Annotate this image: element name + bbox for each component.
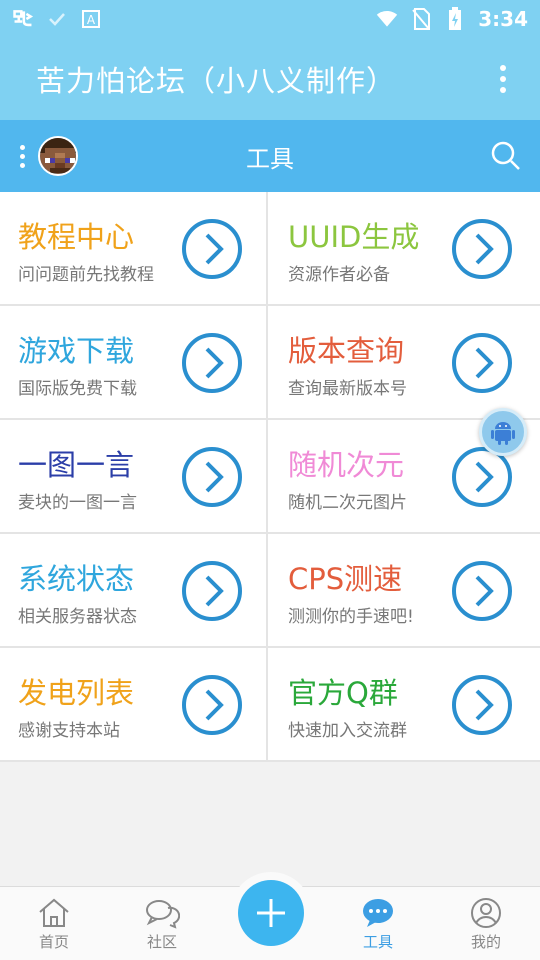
tool-title: 版本查询 (288, 334, 405, 368)
more-vert-icon[interactable] (488, 59, 518, 99)
tool-donation-list[interactable]: 发电列表 感谢支持本站 (0, 648, 268, 760)
font-icon: A (80, 8, 102, 30)
more-chat-icon (363, 899, 393, 927)
nav-item-mine[interactable]: 我的 (446, 895, 526, 959)
nav-label: 首页 (38, 933, 69, 951)
tool-title: UUID生成 (288, 220, 420, 254)
app-title: 苦力怕论坛（小八义制作） (36, 64, 397, 98)
status-left-icons: A (12, 8, 102, 30)
tool-subtitle: 查询最新版本号 (288, 379, 407, 399)
tool-title: CPS测速 (288, 562, 403, 596)
chevron-right-circle-icon[interactable] (181, 218, 243, 280)
tool-subtitle: 问问题前先找教程 (18, 265, 154, 285)
tool-tutorial-center[interactable]: 教程中心 问问题前先找教程 (0, 192, 268, 304)
chevron-right-circle-icon[interactable] (181, 560, 243, 622)
tools-row: 教程中心 问问题前先找教程 UUID生成 资源作者必备 (0, 192, 540, 306)
tools-header-bar: 工具 (0, 120, 540, 192)
battery-icon (444, 7, 466, 30)
tool-game-download[interactable]: 游戏下载 国际版免费下载 (0, 306, 268, 418)
nav-item-tools[interactable]: 工具 (338, 895, 418, 959)
tool-title: 发电列表 (18, 676, 135, 710)
tool-title: 官方Q群 (288, 676, 398, 710)
svg-text:A: A (87, 13, 96, 27)
chevron-right-circle-icon[interactable] (451, 218, 513, 280)
no-sim-icon (410, 8, 432, 30)
search-icon[interactable] (490, 140, 522, 172)
tool-title: 随机次元 (288, 448, 405, 482)
app-bar: 苦力怕论坛（小八义制作） (0, 38, 540, 120)
nav-item-community[interactable]: 社区 (122, 895, 202, 959)
tool-version-query[interactable]: 版本查询 查询最新版本号 (268, 306, 540, 418)
plus-icon (257, 899, 285, 927)
status-right-icons: 3:34 (376, 7, 528, 31)
chevron-right-circle-icon[interactable] (451, 560, 513, 622)
chevron-right-circle-icon[interactable] (451, 332, 513, 394)
tools-row: 游戏下载 国际版免费下载 版本查询 查询最新版本号 (0, 306, 540, 420)
nav-item-home[interactable]: 首页 (14, 895, 94, 959)
status-time: 3:34 (478, 7, 528, 31)
drawer-menu-icon[interactable] (6, 136, 38, 176)
tool-subtitle: 相关服务器状态 (18, 607, 137, 627)
nav-label: 社区 (146, 933, 177, 951)
tools-title: 工具 (246, 144, 294, 173)
tool-cps-test[interactable]: CPS测速 测测你的手速吧! (268, 534, 540, 646)
tool-system-status[interactable]: 系统状态 相关服务器状态 (0, 534, 268, 646)
tool-image-quote[interactable]: 一图一言 麦块的一图一言 (0, 420, 268, 532)
tools-grid: 教程中心 问问题前先找教程 UUID生成 资源作者必备 游戏下载 国际版免费下载… (0, 192, 540, 762)
user-icon (471, 898, 501, 928)
app-logo-icon (12, 8, 34, 30)
wifi-icon (376, 8, 398, 30)
tool-uuid-generator[interactable]: UUID生成 资源作者必备 (268, 192, 540, 304)
tool-subtitle: 感谢支持本站 (18, 721, 120, 741)
tool-title: 教程中心 (18, 220, 135, 254)
tools-row: 一图一言 麦块的一图一言 随机次元 随机二次元图片 (0, 420, 540, 534)
nav-label: 工具 (362, 933, 393, 951)
tool-subtitle: 麦块的一图一言 (18, 493, 137, 513)
chevron-right-circle-icon[interactable] (181, 332, 243, 394)
tool-title: 游戏下载 (18, 334, 135, 368)
home-icon (39, 898, 69, 927)
android-float-button[interactable] (479, 408, 527, 456)
tool-subtitle: 国际版免费下载 (18, 379, 137, 399)
tool-official-qq-group[interactable]: 官方Q群 快速加入交流群 (268, 648, 540, 760)
add-post-button[interactable] (238, 880, 304, 946)
check-icon (46, 8, 68, 30)
chat-icon (146, 900, 180, 929)
tools-row: 系统状态 相关服务器状态 CPS测速 测测你的手速吧! (0, 534, 540, 648)
tool-subtitle: 资源作者必备 (288, 265, 390, 285)
tool-subtitle: 测测你的手速吧! (288, 607, 414, 627)
tool-subtitle: 随机二次元图片 (288, 493, 407, 513)
tools-row: 发电列表 感谢支持本站 官方Q群 快速加入交流群 (0, 648, 540, 762)
tool-title: 一图一言 (18, 448, 135, 482)
tool-subtitle: 快速加入交流群 (288, 721, 407, 741)
nav-label: 我的 (470, 933, 501, 951)
tool-title: 系统状态 (18, 562, 135, 596)
status-bar: A 3:34 (0, 0, 540, 38)
android-icon (491, 422, 515, 445)
avatar[interactable] (38, 136, 78, 176)
chevron-right-circle-icon[interactable] (181, 446, 243, 508)
chevron-right-circle-icon[interactable] (181, 674, 243, 736)
chevron-right-circle-icon[interactable] (451, 674, 513, 736)
